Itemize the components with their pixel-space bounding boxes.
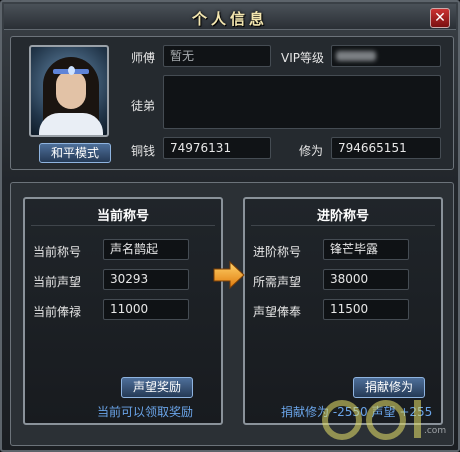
profile-panel: 和平模式 师傅 暂无 VIP等级 徒弟 铜钱 74976131 修为 79466… — [10, 36, 454, 170]
master-field: 暂无 — [163, 45, 271, 67]
current-title-label: 当前称号 — [33, 245, 82, 259]
current-salary-label: 当前俸禄 — [33, 305, 82, 319]
current-title-value: 声名鹊起 — [103, 239, 189, 260]
current-prestige-value: 30293 — [103, 269, 189, 290]
watermark-logo — [322, 400, 421, 440]
window-title: 个人信息 — [191, 10, 268, 28]
required-prestige-label: 所需声望 — [253, 275, 302, 289]
cultivation-label: 修为 — [299, 144, 324, 158]
current-salary-value: 11000 — [103, 299, 189, 320]
right-arrow-icon — [213, 260, 245, 290]
money-field: 74976131 — [163, 137, 271, 159]
peace-mode-button[interactable]: 和平模式 — [39, 143, 111, 163]
title-bar: 个人信息 ✕ — [4, 4, 456, 30]
personal-info-window: 个人信息 ✕ 和平模式 师傅 暂无 VIP等级 徒弟 铜钱 74976131 修… — [0, 0, 460, 452]
required-prestige-value: 38000 — [323, 269, 409, 290]
reward-available-hint: 当前可以领取奖励 — [97, 405, 194, 419]
money-label: 铜钱 — [131, 144, 156, 158]
next-title-value: 锋芒毕露 — [323, 239, 409, 260]
master-label: 师傅 — [131, 51, 156, 65]
apprentice-label: 徒弟 — [131, 99, 156, 113]
cultivation-field: 794665151 — [331, 137, 441, 159]
close-icon[interactable]: ✕ — [430, 8, 450, 28]
next-title-heading: 进阶称号 — [316, 209, 369, 224]
next-salary-value: 11500 — [323, 299, 409, 320]
prestige-reward-button[interactable]: 声望奖励 — [121, 377, 193, 398]
avatar — [29, 45, 109, 137]
next-salary-label: 声望俸奉 — [253, 305, 302, 319]
current-prestige-label: 当前声望 — [33, 275, 82, 289]
vip-level-label: VIP等级 — [281, 51, 324, 65]
current-title-heading: 当前称号 — [96, 209, 149, 224]
watermark-text: .com — [424, 426, 447, 436]
vip-level-field — [331, 45, 441, 67]
apprentice-field — [163, 75, 441, 129]
next-title-label: 进阶称号 — [253, 245, 302, 259]
current-title-panel: 当前称号 当前称号 声名鹊起 当前声望 30293 当前俸禄 11000 声望奖… — [23, 197, 223, 425]
